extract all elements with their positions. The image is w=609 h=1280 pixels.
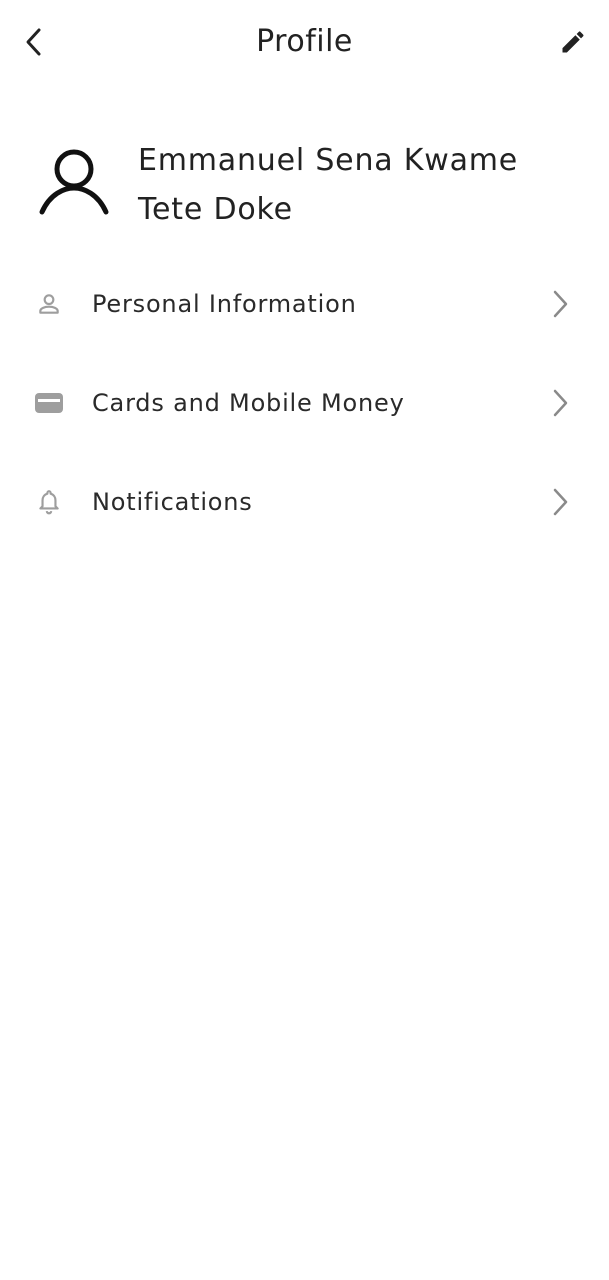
menu-item-label: Personal Information: [92, 290, 357, 318]
user-name: Emmanuel Sena Kwame Tete Doke: [138, 143, 519, 227]
menu-item-notifications[interactable]: Notifications: [0, 452, 609, 551]
menu-item-cards-mobile-money[interactable]: Cards and Mobile Money: [0, 353, 609, 452]
edit-button[interactable]: [551, 20, 595, 64]
menu-item-label: Cards and Mobile Money: [92, 389, 405, 417]
menu-item-personal-information[interactable]: Personal Information: [0, 254, 609, 353]
chevron-right-icon: [545, 288, 575, 320]
bell-icon: [32, 488, 66, 516]
chevron-right-icon: [545, 486, 575, 518]
profile-summary: Emmanuel Sena Kwame Tete Doke: [0, 130, 609, 240]
person-icon: [32, 290, 66, 318]
profile-menu: Personal Information Cards and Mobile Mo…: [0, 254, 609, 551]
chevron-right-icon: [545, 387, 575, 419]
page-title: Profile: [256, 24, 353, 59]
user-outline-icon: [39, 149, 109, 215]
pencil-icon: [562, 31, 584, 53]
app-header: Profile: [0, 0, 609, 84]
card-icon: [32, 389, 66, 417]
menu-item-label: Notifications: [92, 488, 253, 516]
